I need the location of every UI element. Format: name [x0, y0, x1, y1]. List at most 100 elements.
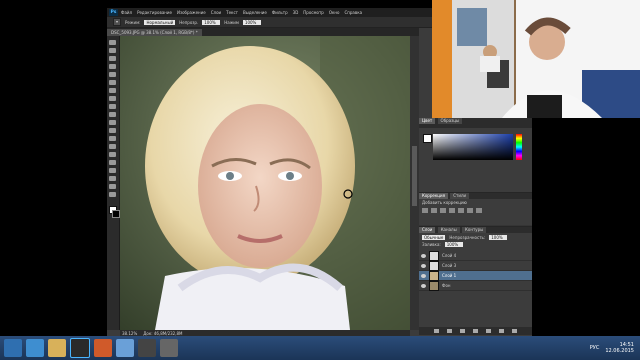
brush-tool-icon[interactable]: [109, 96, 116, 101]
zoom-readout[interactable]: 38.12%: [122, 331, 137, 336]
tab-paths[interactable]: Контуры: [462, 227, 487, 233]
gradient-tool-icon[interactable]: [109, 128, 116, 133]
mode-label: Режим:: [125, 19, 141, 25]
tab-styles[interactable]: Стили: [450, 193, 470, 199]
layers-panel: Слои Каналы Контуры Обычные Непрозрачнос…: [419, 226, 532, 337]
layers-blend-select[interactable]: Обычные: [422, 235, 446, 240]
layer-row-selected[interactable]: Слой 1: [419, 270, 532, 281]
new-group-icon[interactable]: [486, 329, 491, 333]
brightness-icon[interactable]: [422, 208, 428, 213]
vibrance-icon[interactable]: [458, 208, 464, 213]
color-balance-icon[interactable]: [476, 208, 482, 213]
tool-preset-picker[interactable]: ▾: [113, 18, 122, 26]
dodge-tool-icon[interactable]: [109, 144, 116, 149]
app-icon[interactable]: [116, 339, 134, 357]
exposure-icon[interactable]: [449, 208, 455, 213]
document-tab[interactable]: DSC_5093.JPG @ 38.1% (Слой 1, RGB/8*) *: [107, 28, 202, 36]
panel-foreground-swatch[interactable]: [423, 134, 432, 143]
eyedropper-tool-icon[interactable]: [109, 80, 116, 85]
tab-swatches[interactable]: Образцы: [437, 118, 463, 124]
type-tool-icon[interactable]: [109, 160, 116, 165]
canvas-area[interactable]: [120, 36, 410, 330]
portrait-image: [120, 36, 410, 330]
flow-input[interactable]: 100%: [242, 19, 261, 25]
color-panel: [419, 128, 532, 198]
ie-icon[interactable]: [26, 339, 44, 357]
link-layers-icon[interactable]: [434, 329, 439, 333]
layers-fill-row: Заливка: 100%: [422, 242, 463, 247]
history-brush-tool-icon[interactable]: [109, 112, 116, 117]
menu-3d[interactable]: 3D: [293, 10, 299, 15]
app-icon[interactable]: [138, 339, 156, 357]
visibility-eye-icon[interactable]: [421, 253, 426, 258]
new-adjustment-icon[interactable]: [473, 329, 478, 333]
app-icon[interactable]: [160, 339, 178, 357]
layer-name: Слой 1: [442, 273, 457, 278]
marquee-tool-icon[interactable]: [109, 48, 116, 53]
tab-layers[interactable]: Слои: [419, 227, 436, 233]
shape-tool-icon[interactable]: [109, 176, 116, 181]
layer-row[interactable]: Фон: [419, 280, 532, 291]
document-size: Док: 46,8M/232,8M: [143, 330, 183, 336]
menu-select[interactable]: Выделение: [243, 10, 267, 15]
layers-fill-input[interactable]: 100%: [444, 242, 463, 247]
layer-name: Слой 3: [442, 263, 457, 268]
tab-color[interactable]: Цвет: [419, 118, 436, 124]
hue-saturation-icon[interactable]: [467, 208, 473, 213]
opacity-input[interactable]: 100%: [202, 19, 221, 25]
menu-window[interactable]: Окно: [329, 10, 340, 15]
background-color-swatch[interactable]: [112, 210, 120, 218]
layer-thumbnail: [429, 280, 439, 291]
adjustments-panel: Коррекция Стили Добавить коррекцию: [419, 192, 532, 225]
path-select-tool-icon[interactable]: [109, 168, 116, 173]
hand-tool-icon[interactable]: [109, 184, 116, 189]
quick-select-tool-icon[interactable]: [109, 64, 116, 69]
layer-row[interactable]: Слой 3: [419, 260, 532, 271]
language-indicator[interactable]: РУС: [590, 345, 600, 351]
blur-tool-icon[interactable]: [109, 136, 116, 141]
visibility-eye-icon[interactable]: [421, 273, 426, 278]
visibility-eye-icon[interactable]: [421, 263, 426, 268]
photoshop-taskbar-icon[interactable]: [70, 338, 90, 358]
visibility-eye-icon[interactable]: [421, 283, 426, 288]
healing-tool-icon[interactable]: [109, 88, 116, 93]
stamp-tool-icon[interactable]: [109, 104, 116, 109]
menu-help[interactable]: Справка: [344, 10, 362, 15]
move-tool-icon[interactable]: [109, 40, 116, 45]
layer-mask-icon[interactable]: [460, 329, 465, 333]
lasso-tool-icon[interactable]: [109, 56, 116, 61]
start-button-icon[interactable]: [4, 339, 22, 357]
portrait-photo[interactable]: [120, 36, 410, 330]
menu-layers[interactable]: Слои: [211, 10, 221, 15]
color-field[interactable]: [433, 134, 513, 160]
menu-file[interactable]: Файл: [121, 10, 132, 15]
canvas-vertical-scrollbar[interactable]: [410, 36, 419, 330]
zoom-tool-icon[interactable]: [109, 192, 116, 197]
app-logo: Ps: [109, 9, 118, 16]
tab-channels[interactable]: Каналы: [437, 227, 460, 233]
menu-edit[interactable]: Редактирование: [137, 10, 172, 15]
explorer-icon[interactable]: [48, 339, 66, 357]
layers-opacity-input[interactable]: 100%: [489, 235, 508, 240]
menu-image[interactable]: Изображение: [177, 10, 206, 15]
firefox-icon[interactable]: [94, 339, 112, 357]
eraser-tool-icon[interactable]: [109, 120, 116, 125]
clock-date: 12.06.2015: [605, 348, 634, 354]
new-layer-icon[interactable]: [499, 329, 504, 333]
menu-filter[interactable]: Фильтр: [272, 10, 288, 15]
layer-row[interactable]: Слой 4: [419, 250, 532, 261]
clock[interactable]: 14:51 12.06.2015: [605, 342, 634, 354]
pen-tool-icon[interactable]: [109, 152, 116, 157]
menu-text[interactable]: Текст: [226, 10, 238, 15]
tab-adjustments[interactable]: Коррекция: [419, 193, 448, 199]
trash-icon[interactable]: [512, 329, 517, 333]
flow-label: Нажим: [224, 19, 239, 25]
layer-style-icon[interactable]: [447, 329, 452, 333]
levels-icon[interactable]: [431, 208, 437, 213]
curves-icon[interactable]: [440, 208, 446, 213]
blend-mode-select[interactable]: Нормальный: [144, 19, 176, 25]
scroll-thumb[interactable]: [412, 146, 417, 206]
crop-tool-icon[interactable]: [109, 72, 116, 77]
hue-slider[interactable]: [516, 134, 522, 160]
menu-view[interactable]: Просмотр: [303, 10, 324, 15]
